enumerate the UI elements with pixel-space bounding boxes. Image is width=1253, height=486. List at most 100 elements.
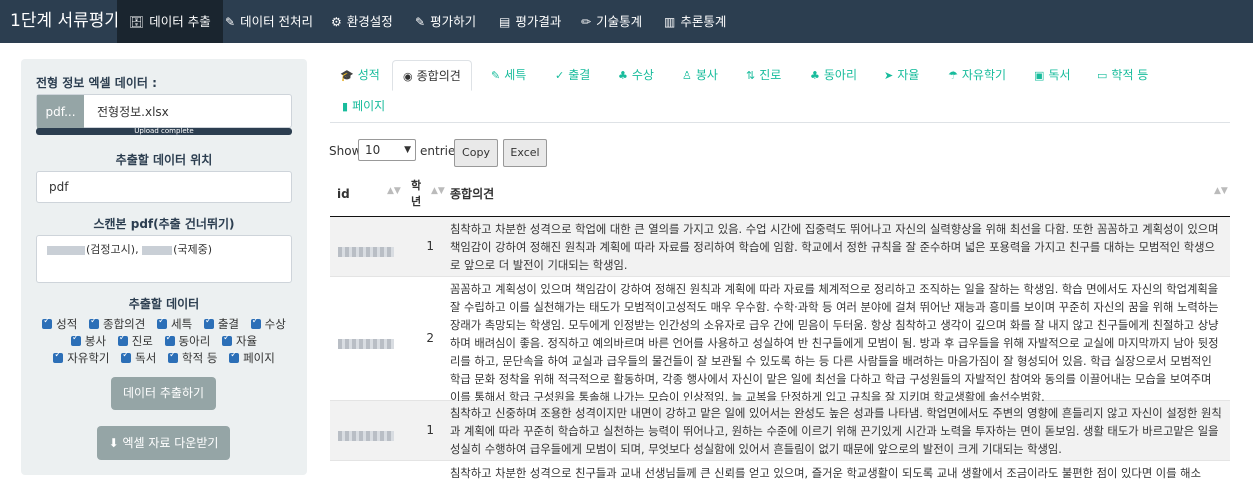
tab-club[interactable]: ♣ 동아리 [810, 60, 857, 90]
check-icon: ✓ [555, 69, 565, 82]
nav-settings[interactable]: ⚙ 환경설정 [331, 0, 393, 43]
checkbox-label: 페이지 [243, 351, 275, 365]
checkbox-row: 성적 종합의견 세특 출결 수상 [21, 316, 307, 332]
tab-academic-records[interactable]: ▭ 학적 등 [1097, 60, 1148, 90]
skip-pdf-textarea[interactable]: (검정고시), (국제중) [36, 235, 292, 283]
checkbox-page[interactable]: 페이지 [229, 350, 275, 366]
download-excel-button[interactable]: ⬇ 엑셀 자료 다운받기 [97, 426, 230, 460]
checkbox-icon [70, 333, 81, 346]
tab-label: 페이지 [352, 99, 386, 113]
pencil-icon: ✏ [581, 15, 592, 29]
sort-icon[interactable]: ▲▼ [387, 186, 401, 196]
nav-evaluate[interactable]: ✎ 평가하기 [415, 0, 476, 43]
tab-label: 종합의견 [416, 69, 461, 83]
table-row: 1 침착하고 신중하며 조용한 성격이지만 내면이 강하고 맡은 일에 있어서는… [330, 401, 1230, 461]
excel-button[interactable]: Excel [503, 139, 547, 167]
page-length-select[interactable]: 10 ▼ [358, 139, 416, 161]
nav-label: 환경설정 [346, 14, 393, 29]
excel-data-label: 전형 정보 엑셀 데이터 : [36, 76, 157, 90]
checkbox-reading[interactable]: 독서 [121, 350, 156, 366]
tab-label: 출결 [568, 68, 591, 82]
file-input[interactable]: pdf... 전형정보.xlsx [36, 94, 292, 129]
skip-value-1: (검정고시), [86, 243, 139, 256]
checkbox-icon [42, 316, 53, 329]
checkbox-label: 성적 [56, 317, 78, 331]
file-icon: ▤ [499, 15, 511, 29]
location-label: 추출할 데이터 위치 [115, 153, 213, 167]
book-icon: ▮ [342, 100, 349, 113]
upload-status: Upload complete [134, 127, 194, 135]
extract-data-button[interactable]: 데이터 추출하기 [111, 377, 216, 410]
tab-volunteer[interactable]: ♙ 봉사 [682, 60, 718, 90]
checkbox-icon [164, 333, 175, 346]
sort-icon[interactable]: ▲▼ [431, 186, 445, 196]
column-header-id[interactable]: id [337, 172, 350, 216]
sort-icon[interactable]: ▲▼ [1214, 186, 1228, 196]
cell-grade: 2 [426, 331, 434, 345]
tab-label: 동아리 [823, 68, 857, 82]
checkbox-grades[interactable]: 성적 [42, 316, 77, 332]
checkbox-icon [203, 316, 214, 329]
checkbox-academic-records[interactable]: 학적 등 [168, 350, 217, 366]
cogs-icon: ⚙ [331, 15, 342, 29]
tab-label: 독서 [1048, 68, 1071, 82]
nav-descriptive-stats[interactable]: ✏ 기술통계 [581, 0, 642, 43]
edit-icon: ✎ [491, 69, 501, 82]
checkbox-attendance[interactable]: 출결 [203, 316, 239, 332]
graduation-icon: 🎓 [340, 69, 354, 82]
cell-opinion: 침착하고 신중하며 조용한 성격이지만 내면이 강하고 맡은 일에 있어서는 완… [450, 407, 1222, 456]
id-card-icon: ▭ [1097, 69, 1108, 82]
database-icon: 🗄 [129, 15, 145, 29]
checkbox-career[interactable]: 진로 [117, 333, 153, 349]
show-label: Show [329, 144, 362, 158]
nav-inferential-stats[interactable]: ▥ 추론통계 [664, 0, 726, 43]
checkbox-free-semester[interactable]: 자유학기 [53, 350, 110, 366]
nav-label: 데이터 추출 [149, 14, 211, 29]
checkbox-icon [117, 333, 128, 346]
skip-pdf-label: 스캔본 pdf(추출 건너뛰기) [93, 217, 235, 231]
checkbox-label: 종합의견 [103, 317, 146, 331]
checkbox-volunteer[interactable]: 봉사 [70, 333, 106, 349]
tab-label: 수상 [631, 68, 654, 82]
tab-overall-opinion[interactable]: ◉ 종합의견 [392, 60, 472, 91]
download-label: 엑셀 자료 다운받기 [122, 436, 219, 450]
tab-reading[interactable]: ▣ 독서 [1034, 60, 1071, 90]
checkbox-icon [89, 316, 99, 329]
extract-data-label: 추출할 데이터 [128, 297, 200, 311]
tab-career[interactable]: ⇅ 진로 [746, 60, 781, 90]
nav-label: 데이터 전처리 [240, 14, 314, 29]
checkbox-seteuk[interactable]: 세특 [156, 316, 193, 332]
redacted-text [142, 245, 173, 255]
checkbox-overall-opinion[interactable]: 종합의견 [89, 316, 145, 332]
tab-seteuk[interactable]: ✎ 세특 [491, 60, 526, 90]
nav-label: 추론통계 [680, 14, 727, 29]
table-row: 2 꼼꼼하고 계획성이 있으며 책임감이 강하여 정해진 원칙과 계획에 따라 … [330, 277, 1230, 404]
nav-results[interactable]: ▤ 평가결과 [499, 0, 561, 43]
tab-page[interactable]: ▮ 페이지 [342, 91, 385, 121]
tab-grades[interactable]: 🎓 성적 [340, 60, 380, 90]
checkbox-icon [156, 316, 167, 329]
nav-label: 기술통계 [596, 14, 643, 29]
tab-awards[interactable]: ♣ 수상 [618, 60, 654, 90]
cubes-icon: ▣ [1034, 69, 1045, 82]
top-navbar: 1단계 서류평가 🗄 데이터 추출 ✎ 데이터 전처리 ⚙ 환경설정 ✎ 평가하기 ▤ 평… [0, 0, 1253, 43]
nav-data-extract[interactable]: 🗄 데이터 추출 [117, 0, 223, 43]
user-circle-icon: ◉ [403, 70, 413, 83]
skip-value-2: (국제중) [173, 243, 213, 256]
browse-button[interactable]: pdf... [37, 95, 84, 129]
tab-autonomous[interactable]: ➤ 자율 [884, 60, 919, 90]
tab-free-semester[interactable]: ☂ 자유학기 [948, 60, 1006, 90]
tab-attendance[interactable]: ✓ 출결 [555, 60, 590, 90]
checkbox-club[interactable]: 동아리 [164, 333, 210, 349]
nav-preprocess[interactable]: ✎ 데이터 전처리 [225, 0, 313, 43]
checkbox-icon [53, 350, 64, 363]
column-header-opinion[interactable]: 종합의견 [450, 172, 494, 216]
checkbox-autonomous[interactable]: 자율 [221, 333, 257, 349]
app-brand[interactable]: 1단계 서류평가 [10, 0, 120, 43]
location-input[interactable]: pdf [36, 171, 292, 203]
checkbox-label: 세특 [170, 317, 193, 331]
checkbox-row: 봉사 진로 동아리 자율 [21, 333, 307, 349]
pen-icon: ✎ [415, 15, 426, 29]
checkbox-awards[interactable]: 수상 [250, 316, 286, 332]
copy-button[interactable]: Copy [454, 139, 498, 167]
